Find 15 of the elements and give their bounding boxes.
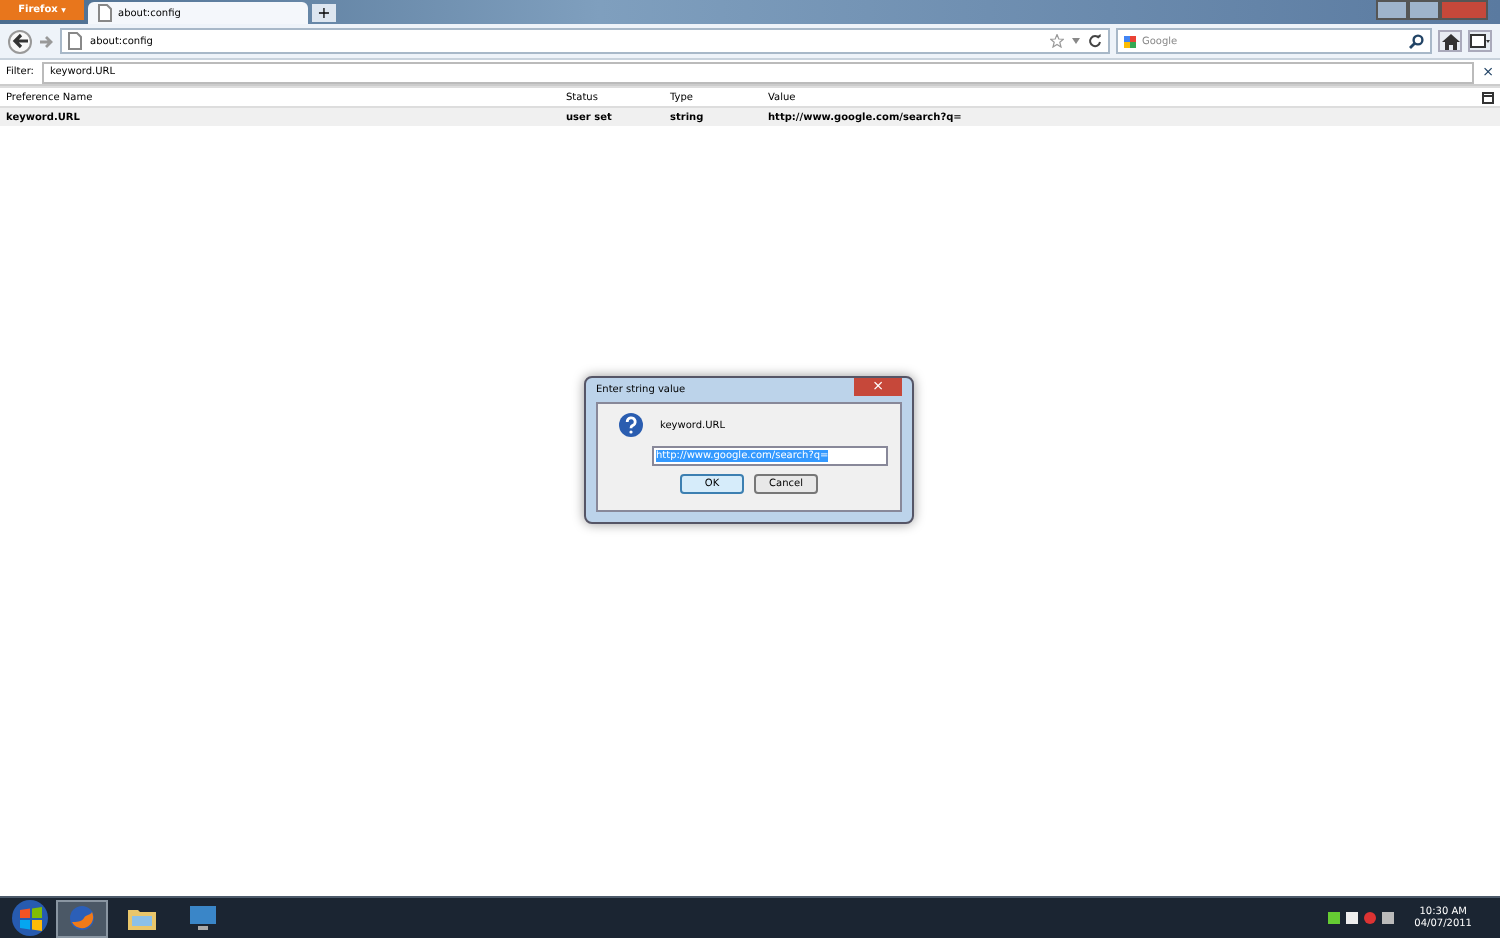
star-icon[interactable] <box>1050 34 1064 48</box>
reload-icon[interactable] <box>1088 34 1102 48</box>
browser-taskbar-icon[interactable] <box>56 899 108 937</box>
new-tab-button[interactable]: + <box>312 4 336 22</box>
back-button[interactable] <box>8 29 32 53</box>
start-button[interactable] <box>12 900 48 936</box>
system-tray-icons[interactable] <box>1328 912 1395 924</box>
forward-icon[interactable] <box>38 33 54 49</box>
bookmarks-button[interactable] <box>1468 30 1492 52</box>
dropdown-arrow-icon[interactable] <box>1072 38 1080 44</box>
window-controls[interactable] <box>1376 0 1488 20</box>
column-picker-icon[interactable] <box>1482 91 1494 103</box>
home-button[interactable] <box>1438 30 1462 52</box>
search-icon[interactable] <box>1408 33 1424 49</box>
question-icon <box>618 412 644 438</box>
